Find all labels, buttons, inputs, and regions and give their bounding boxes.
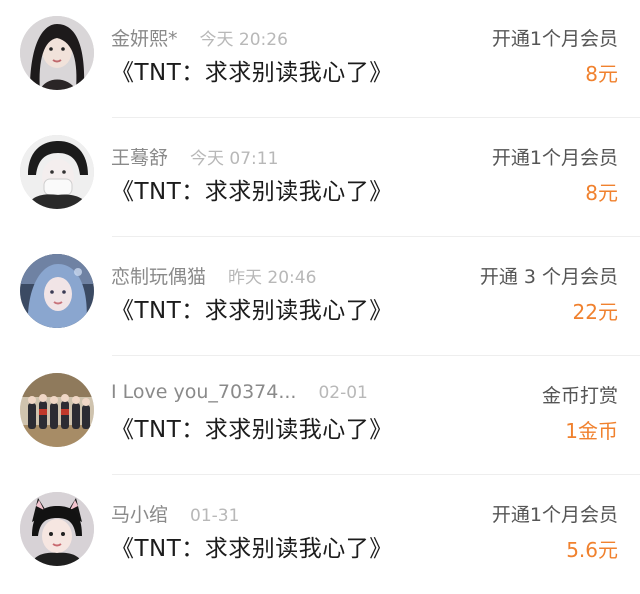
list-item[interactable]: 王蓦舒 今天 07:11 《TNT：求求别读我心了》 开通1个月会员 8元 — [0, 119, 640, 237]
username[interactable]: 王蓦舒 — [111, 143, 168, 170]
list-item[interactable]: 金妍熙* 今天 20:26 《TNT：求求别读我心了》 开通1个月会员 8元 — [0, 0, 640, 118]
amount-label: 8元 — [585, 181, 618, 205]
username[interactable]: 恋制玩偶猫 — [111, 262, 206, 289]
user-avatar-icon[interactable] — [20, 373, 94, 447]
record-meta: 马小绾 01-31 — [111, 500, 239, 527]
record-meta: 金妍熙* 今天 20:26 — [111, 24, 288, 51]
timestamp: 02-01 — [318, 383, 368, 403]
book-title[interactable]: 《TNT：求求别读我心了》 — [111, 53, 393, 87]
purchase-record-list: 金妍熙* 今天 20:26 《TNT：求求别读我心了》 开通1个月会员 8元 王… — [0, 0, 640, 591]
list-item[interactable]: I Love you_70374... 02-01 《TNT：求求别读我心了》 … — [0, 357, 640, 475]
user-avatar-icon[interactable] — [20, 135, 94, 209]
timestamp: 昨天 20:46 — [228, 268, 317, 288]
record-meta: I Love you_70374... 02-01 — [111, 381, 368, 403]
user-avatar-icon[interactable] — [20, 492, 94, 566]
amount-label: 5.6元 — [566, 538, 618, 562]
username[interactable]: 马小绾 — [111, 500, 168, 527]
user-avatar-icon[interactable] — [20, 16, 94, 90]
book-title[interactable]: 《TNT：求求别读我心了》 — [111, 172, 393, 206]
book-title[interactable]: 《TNT：求求别读我心了》 — [111, 529, 393, 563]
book-title[interactable]: 《TNT：求求别读我心了》 — [111, 291, 393, 325]
timestamp: 今天 07:11 — [190, 149, 279, 169]
action-label: 开通1个月会员 — [491, 504, 618, 526]
action-label: 开通 3 个月会员 — [479, 266, 618, 288]
record-meta: 王蓦舒 今天 07:11 — [111, 143, 278, 170]
amount-label: 8元 — [585, 62, 618, 86]
amount-label: 1金币 — [565, 419, 618, 443]
username[interactable]: I Love you_70374... — [111, 381, 296, 403]
book-title[interactable]: 《TNT：求求别读我心了》 — [111, 410, 393, 444]
amount-label: 22元 — [572, 300, 618, 324]
user-avatar-icon[interactable] — [20, 254, 94, 328]
action-label: 金币打赏 — [541, 385, 618, 407]
record-meta: 恋制玩偶猫 昨天 20:46 — [111, 262, 316, 289]
timestamp: 今天 20:26 — [199, 30, 288, 50]
timestamp: 01-31 — [190, 506, 240, 526]
list-item[interactable]: 马小绾 01-31 《TNT：求求别读我心了》 开通1个月会员 5.6元 — [0, 476, 640, 594]
action-label: 开通1个月会员 — [491, 28, 618, 50]
list-item[interactable]: 恋制玩偶猫 昨天 20:46 《TNT：求求别读我心了》 开通 3 个月会员 2… — [0, 238, 640, 356]
action-label: 开通1个月会员 — [491, 147, 618, 169]
username[interactable]: 金妍熙* — [111, 24, 178, 51]
